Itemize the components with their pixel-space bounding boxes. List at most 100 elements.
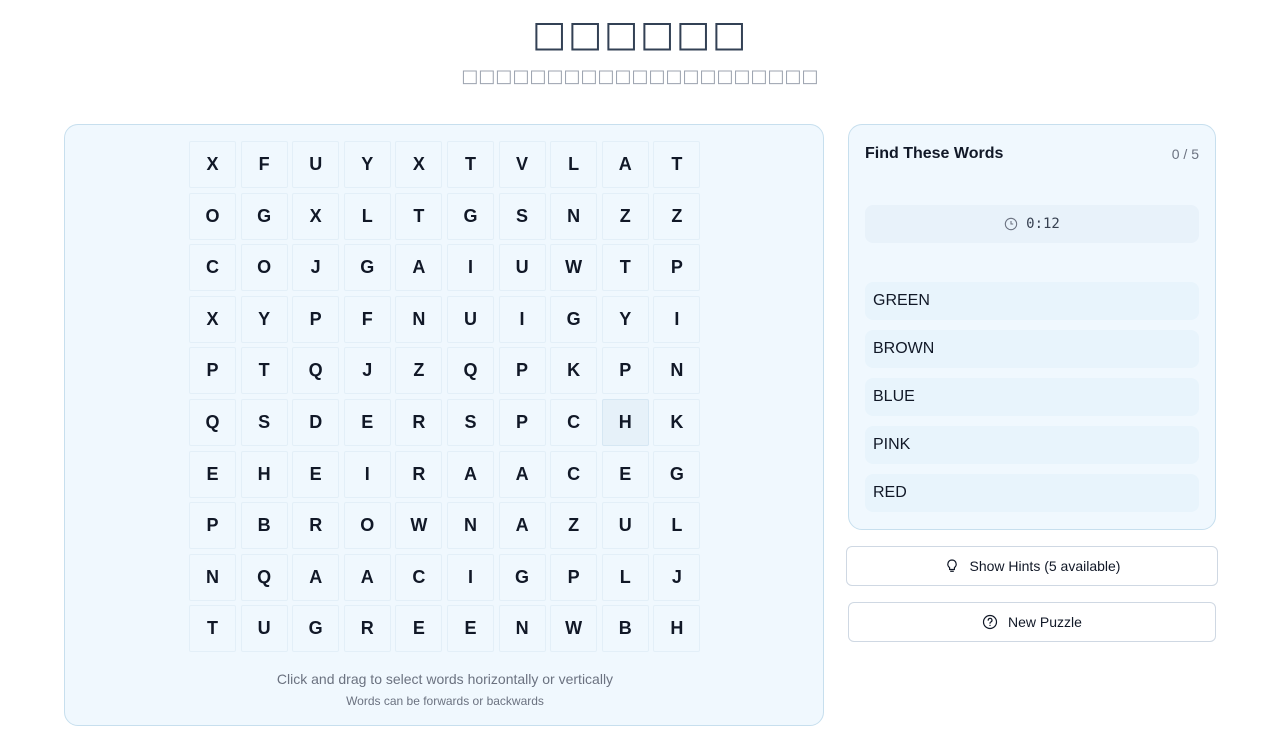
grid-cell[interactable]: W (395, 502, 443, 550)
grid-cell[interactable]: G (498, 553, 546, 601)
grid-cell[interactable]: P (550, 553, 598, 601)
grid-cell[interactable]: Y (601, 295, 649, 343)
grid-cell[interactable]: E (189, 450, 236, 498)
grid-cell[interactable]: Z (653, 192, 701, 240)
grid-cell[interactable]: F (240, 141, 288, 188)
grid-cell[interactable]: G (292, 605, 340, 653)
grid-cell[interactable]: A (446, 450, 494, 498)
grid-cell[interactable]: Y (343, 141, 391, 188)
grid-cell[interactable]: F (343, 295, 391, 343)
grid-cell[interactable]: S (446, 398, 494, 446)
grid-cell[interactable]: E (343, 398, 391, 446)
grid-cell[interactable]: U (292, 141, 340, 188)
grid-cell[interactable]: N (653, 347, 701, 395)
grid-cell[interactable]: S (498, 192, 546, 240)
grid-cell[interactable]: E (446, 605, 494, 653)
grid-cell[interactable]: G (240, 192, 288, 240)
grid-cell[interactable]: O (240, 244, 288, 292)
grid-cell[interactable]: P (653, 244, 701, 292)
grid-cell[interactable]: C (550, 398, 598, 446)
grid-cell[interactable]: T (653, 141, 701, 188)
grid-cell[interactable]: I (653, 295, 701, 343)
grid-cell[interactable]: N (498, 605, 546, 653)
grid-cell[interactable]: B (240, 502, 288, 550)
grid-cell[interactable]: U (240, 605, 288, 653)
grid-cell[interactable]: T (601, 244, 649, 292)
grid-cell[interactable]: A (343, 553, 391, 601)
grid-cell[interactable]: I (343, 450, 391, 498)
grid-cell[interactable]: Y (240, 295, 288, 343)
grid-cell[interactable]: J (653, 553, 701, 601)
grid-cell[interactable]: E (601, 450, 649, 498)
grid-cell[interactable]: L (343, 192, 391, 240)
grid-cell[interactable]: X (395, 141, 443, 188)
grid-cell[interactable]: V (498, 141, 546, 188)
grid-cell[interactable]: P (601, 347, 649, 395)
show-hints-button[interactable]: Show Hints (5 available) (846, 546, 1218, 586)
grid-cell[interactable]: N (550, 192, 598, 240)
grid-cell[interactable]: K (550, 347, 598, 395)
grid-cell[interactable]: L (550, 141, 598, 188)
grid-cell[interactable]: X (292, 192, 340, 240)
grid-cell[interactable]: H (653, 605, 701, 653)
grid-cell[interactable]: W (550, 244, 598, 292)
grid-cell[interactable]: A (395, 244, 443, 292)
grid-cell[interactable]: N (446, 502, 494, 550)
grid-cell[interactable]: U (446, 295, 494, 343)
grid-cell[interactable]: I (446, 244, 494, 292)
grid-cell[interactable]: J (292, 244, 340, 292)
grid-cell[interactable]: C (189, 244, 236, 292)
grid-cell[interactable]: P (498, 347, 546, 395)
letter-grid[interactable]: XFUYXTVLATOGXLTGSNZZCOJGAIUWTPXYPFNUIGYI… (189, 141, 701, 653)
grid-cell[interactable]: U (498, 244, 546, 292)
grid-cell[interactable]: P (189, 502, 236, 550)
grid-cell[interactable]: T (395, 192, 443, 240)
grid-cell[interactable]: A (601, 141, 649, 188)
grid-cell[interactable]: O (343, 502, 391, 550)
grid-cell[interactable]: A (498, 502, 546, 550)
grid-cell[interactable]: L (653, 502, 701, 550)
grid-cell[interactable]: P (498, 398, 546, 446)
grid-cell[interactable]: B (601, 605, 649, 653)
grid-cell[interactable]: T (240, 347, 288, 395)
grid-cell[interactable]: Z (550, 502, 598, 550)
grid-cell[interactable]: Z (395, 347, 443, 395)
grid-cell[interactable]: J (343, 347, 391, 395)
grid-cell[interactable]: E (395, 605, 443, 653)
grid-cell[interactable]: I (446, 553, 494, 601)
grid-cell[interactable]: L (601, 553, 649, 601)
grid-cell[interactable]: Q (292, 347, 340, 395)
grid-cell[interactable]: U (601, 502, 649, 550)
grid-cell[interactable]: C (395, 553, 443, 601)
grid-cell[interactable]: G (550, 295, 598, 343)
grid-cell[interactable]: K (653, 398, 701, 446)
grid-cell[interactable]: D (292, 398, 340, 446)
grid-cell[interactable]: I (498, 295, 546, 343)
grid-cell[interactable]: A (292, 553, 340, 601)
grid-cell[interactable]: X (189, 141, 236, 188)
new-puzzle-button[interactable]: New Puzzle (848, 602, 1216, 642)
grid-cell[interactable]: P (189, 347, 236, 395)
grid-cell[interactable]: Z (601, 192, 649, 240)
grid-cell[interactable]: N (395, 295, 443, 343)
grid-cell[interactable]: T (189, 605, 236, 653)
grid-cell[interactable]: H (601, 398, 649, 446)
grid-cell[interactable]: S (240, 398, 288, 446)
grid-cell[interactable]: R (395, 450, 443, 498)
grid-cell[interactable]: W (550, 605, 598, 653)
grid-cell[interactable]: C (550, 450, 598, 498)
grid-cell[interactable]: R (343, 605, 391, 653)
grid-cell[interactable]: G (343, 244, 391, 292)
grid-cell[interactable]: N (189, 553, 236, 601)
grid-cell[interactable]: E (292, 450, 340, 498)
grid-cell[interactable]: Q (446, 347, 494, 395)
grid-cell[interactable]: H (240, 450, 288, 498)
grid-cell[interactable]: A (498, 450, 546, 498)
grid-cell[interactable]: P (292, 295, 340, 343)
grid-cell[interactable]: Q (189, 398, 236, 446)
grid-cell[interactable]: O (189, 192, 236, 240)
grid-cell[interactable]: G (446, 192, 494, 240)
grid-cell[interactable]: Q (240, 553, 288, 601)
grid-cell[interactable]: R (292, 502, 340, 550)
grid-cell[interactable]: T (446, 141, 494, 188)
